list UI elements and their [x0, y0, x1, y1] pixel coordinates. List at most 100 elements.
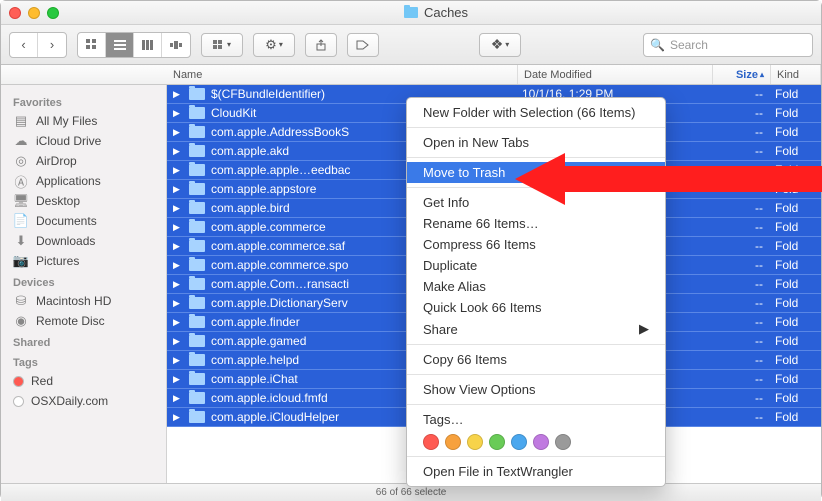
ctx-new-folder[interactable]: New Folder with Selection (66 Items)	[407, 102, 665, 123]
arrange-button[interactable]: ▾	[201, 33, 243, 57]
sidebar-item-label: Remote Disc	[36, 314, 105, 328]
disclosure-triangle-icon[interactable]: ▶	[173, 336, 183, 347]
status-text: 66 of 66 selecte	[376, 487, 447, 498]
ctx-duplicate[interactable]: Duplicate	[407, 255, 665, 276]
file-size: --	[713, 125, 771, 139]
ctx-view-options[interactable]: Show View Options	[407, 379, 665, 400]
list-view-button[interactable]	[106, 33, 134, 57]
disclosure-triangle-icon[interactable]: ▶	[173, 317, 183, 328]
share-button[interactable]	[305, 33, 337, 57]
sidebar-item[interactable]: ⛁Macintosh HD	[1, 291, 166, 311]
sidebar-item[interactable]: ▤All My Files	[1, 111, 166, 131]
ctx-open-textwrangler[interactable]: Open File in TextWrangler	[407, 461, 665, 482]
disclosure-triangle-icon[interactable]: ▶	[173, 412, 183, 423]
sidebar-item[interactable]: ⬇Downloads	[1, 231, 166, 251]
close-window-button[interactable]	[9, 7, 21, 19]
col-name[interactable]: Name	[167, 65, 518, 84]
sidebar-item-label: AirDrop	[36, 154, 77, 168]
folder-icon	[189, 221, 205, 233]
disclosure-triangle-icon[interactable]: ▶	[173, 203, 183, 214]
sidebar-tag-item[interactable]: Red	[1, 371, 166, 391]
tag-color-button[interactable]	[445, 434, 461, 450]
disclosure-triangle-icon[interactable]: ▶	[173, 146, 183, 157]
sidebar-item[interactable]: 📷 Pictures	[1, 251, 166, 271]
file-kind: Fold	[771, 182, 821, 196]
dropbox-button[interactable]: ❖▾	[479, 33, 521, 57]
sidebar-item[interactable]: ☁iCloud Drive	[1, 131, 166, 151]
file-size: --	[713, 277, 771, 291]
sidebar-item[interactable]: ⒶApplications	[1, 171, 166, 191]
sidebar-tag-item[interactable]: OSXDaily.com	[1, 391, 166, 411]
sidebar-item[interactable]: 🖥Desktop	[1, 191, 166, 211]
ctx-compress[interactable]: Compress 66 Items	[407, 234, 665, 255]
chevron-right-icon: ▶	[639, 321, 649, 337]
context-menu: New Folder with Selection (66 Items) Ope…	[406, 97, 666, 487]
disclosure-triangle-icon[interactable]: ▶	[173, 184, 183, 195]
col-kind[interactable]: Kind	[771, 65, 821, 84]
column-view-button[interactable]	[134, 33, 162, 57]
icon-view-button[interactable]	[78, 33, 106, 57]
window-controls	[9, 7, 59, 19]
file-kind: Fold	[771, 125, 821, 139]
folder-icon	[189, 316, 205, 328]
disclosure-triangle-icon[interactable]: ▶	[173, 355, 183, 366]
sidebar-item[interactable]: 📄Documents	[1, 211, 166, 231]
minimize-window-button[interactable]	[28, 7, 40, 19]
tag-color-button[interactable]	[423, 434, 439, 450]
forward-button[interactable]: ›	[38, 33, 66, 57]
remote-disc-icon: ◉	[13, 314, 29, 328]
action-button[interactable]: ⚙▾	[253, 33, 295, 57]
file-size: --	[713, 163, 771, 177]
sidebar-tags-header: Tags	[1, 351, 166, 371]
tags-button[interactable]	[347, 33, 379, 57]
tag-color-button[interactable]	[467, 434, 483, 450]
ctx-move-to-trash[interactable]: Move to Trash	[407, 162, 665, 183]
sidebar-item-label: Pictures	[36, 254, 79, 268]
ctx-open-tabs[interactable]: Open in New Tabs	[407, 132, 665, 153]
tag-color-button[interactable]	[511, 434, 527, 450]
back-button[interactable]: ‹	[10, 33, 38, 57]
disclosure-triangle-icon[interactable]: ▶	[173, 393, 183, 404]
col-size[interactable]: Size▴	[713, 65, 771, 84]
col-date[interactable]: Date Modified	[518, 65, 713, 84]
ctx-make-alias[interactable]: Make Alias	[407, 276, 665, 297]
ctx-copy[interactable]: Copy 66 Items	[407, 349, 665, 370]
ctx-tags[interactable]: Tags…	[407, 409, 665, 430]
file-kind: Fold	[771, 296, 821, 310]
disclosure-triangle-icon[interactable]: ▶	[173, 89, 183, 100]
file-kind: Fold	[771, 277, 821, 291]
disclosure-triangle-icon[interactable]: ▶	[173, 222, 183, 233]
file-size: --	[713, 144, 771, 158]
disclosure-triangle-icon[interactable]: ▶	[173, 241, 183, 252]
list-icon	[114, 40, 126, 50]
ctx-quick-look[interactable]: Quick Look 66 Items	[407, 297, 665, 318]
sidebar-item[interactable]: ◎AirDrop	[1, 151, 166, 171]
disclosure-triangle-icon[interactable]: ▶	[173, 298, 183, 309]
disclosure-triangle-icon[interactable]: ▶	[173, 260, 183, 271]
sidebar-item[interactable]: ◉ Remote Disc	[1, 311, 166, 331]
disclosure-triangle-icon[interactable]: ▶	[173, 127, 183, 138]
ctx-get-info[interactable]: Get Info	[407, 192, 665, 213]
folder-icon	[189, 107, 205, 119]
sidebar-item-label: All My Files	[36, 114, 97, 128]
search-field[interactable]: 🔍 Search	[643, 33, 813, 57]
file-size: --	[713, 372, 771, 386]
ctx-share[interactable]: Share▶	[407, 318, 665, 340]
coverflow-view-button[interactable]	[162, 33, 190, 57]
ctx-rename[interactable]: Rename 66 Items…	[407, 213, 665, 234]
file-size: --	[713, 220, 771, 234]
apps-icon: Ⓐ	[13, 174, 29, 188]
tag-color-button[interactable]	[533, 434, 549, 450]
pictures-icon: 📷	[13, 254, 29, 268]
disclosure-triangle-icon[interactable]: ▶	[173, 108, 183, 119]
disclosure-triangle-icon[interactable]: ▶	[173, 374, 183, 385]
sidebar: Favorites ▤All My Files☁iCloud Drive◎Air…	[1, 85, 167, 483]
zoom-window-button[interactable]	[47, 7, 59, 19]
tag-color-button[interactable]	[489, 434, 505, 450]
disclosure-triangle-icon[interactable]: ▶	[173, 279, 183, 290]
disclosure-triangle-icon[interactable]: ▶	[173, 165, 183, 176]
file-size: --	[713, 182, 771, 196]
coverflow-icon	[170, 40, 182, 50]
file-size: --	[713, 258, 771, 272]
tag-color-button[interactable]	[555, 434, 571, 450]
